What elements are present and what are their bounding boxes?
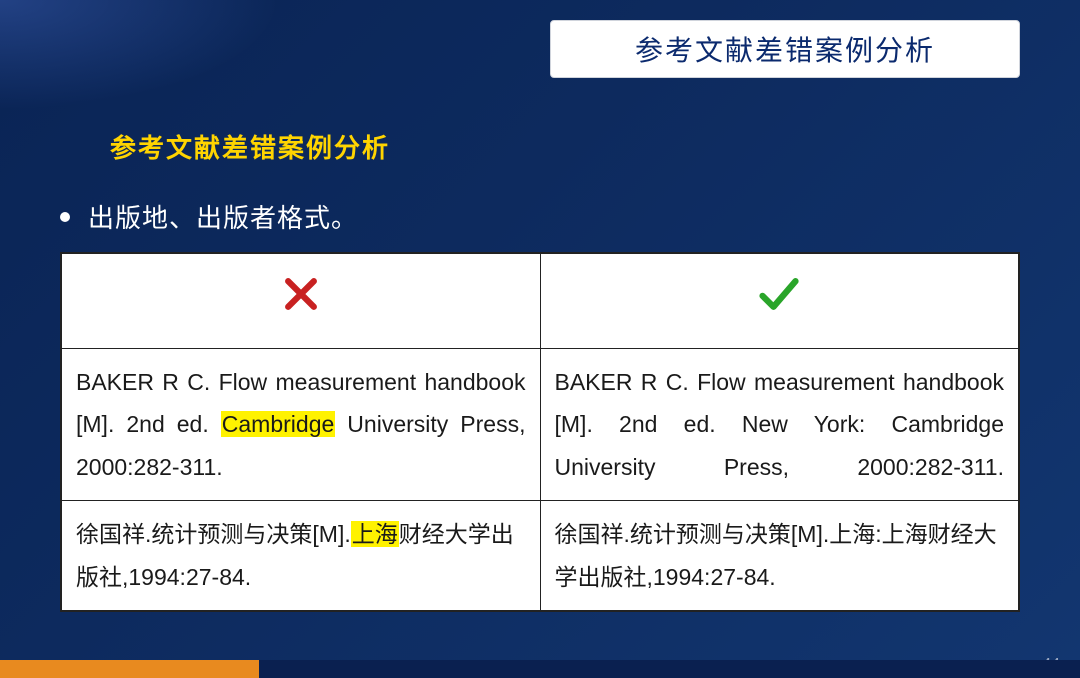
footer-accent [0, 660, 259, 678]
table-row: 徐国祥.统计预测与决策[M].上海财经大学出版社,1994:27-84. 徐国祥… [62, 501, 1019, 611]
correct-cell-2: 徐国祥.统计预测与决策[M].上海:上海财经大学出版社,1994:27-84. [540, 501, 1019, 611]
title-card: 参考文献差错案例分析 [550, 20, 1020, 78]
table-row: BAKER R C. Flow measurement handbook [M]… [62, 348, 1019, 501]
wrong-cell-2: 徐国祥.统计预测与决策[M].上海财经大学出版社,1994:27-84. [62, 501, 541, 611]
cross-icon [279, 295, 323, 321]
footer-base [259, 660, 1080, 678]
bullet-text: 出版地、出版者格式。 [88, 198, 358, 235]
comparison-table: BAKER R C. Flow measurement handbook [M]… [60, 252, 1020, 612]
bullet-dot-icon [60, 212, 70, 222]
decorative-glow [0, 0, 280, 110]
correct-header [540, 254, 1019, 349]
table-header-row [62, 254, 1019, 349]
title-text: 参考文献差错案例分析 [635, 29, 935, 69]
bullet-item: 出版地、出版者格式。 [60, 198, 358, 235]
section-heading: 参考文献差错案例分析 [110, 128, 390, 165]
footer-bar [0, 660, 1080, 678]
highlight-text: 上海 [351, 521, 399, 547]
correct-cell-1: BAKER R C. Flow measurement handbook [M]… [540, 348, 1019, 501]
wrong-cell-1: BAKER R C. Flow measurement handbook [M]… [62, 348, 541, 501]
text-segment: 徐国祥.统计预测与决策[M]. [76, 521, 351, 547]
wrong-header [62, 254, 541, 349]
highlight-text: Cambridge [221, 411, 336, 437]
check-icon [757, 295, 801, 321]
